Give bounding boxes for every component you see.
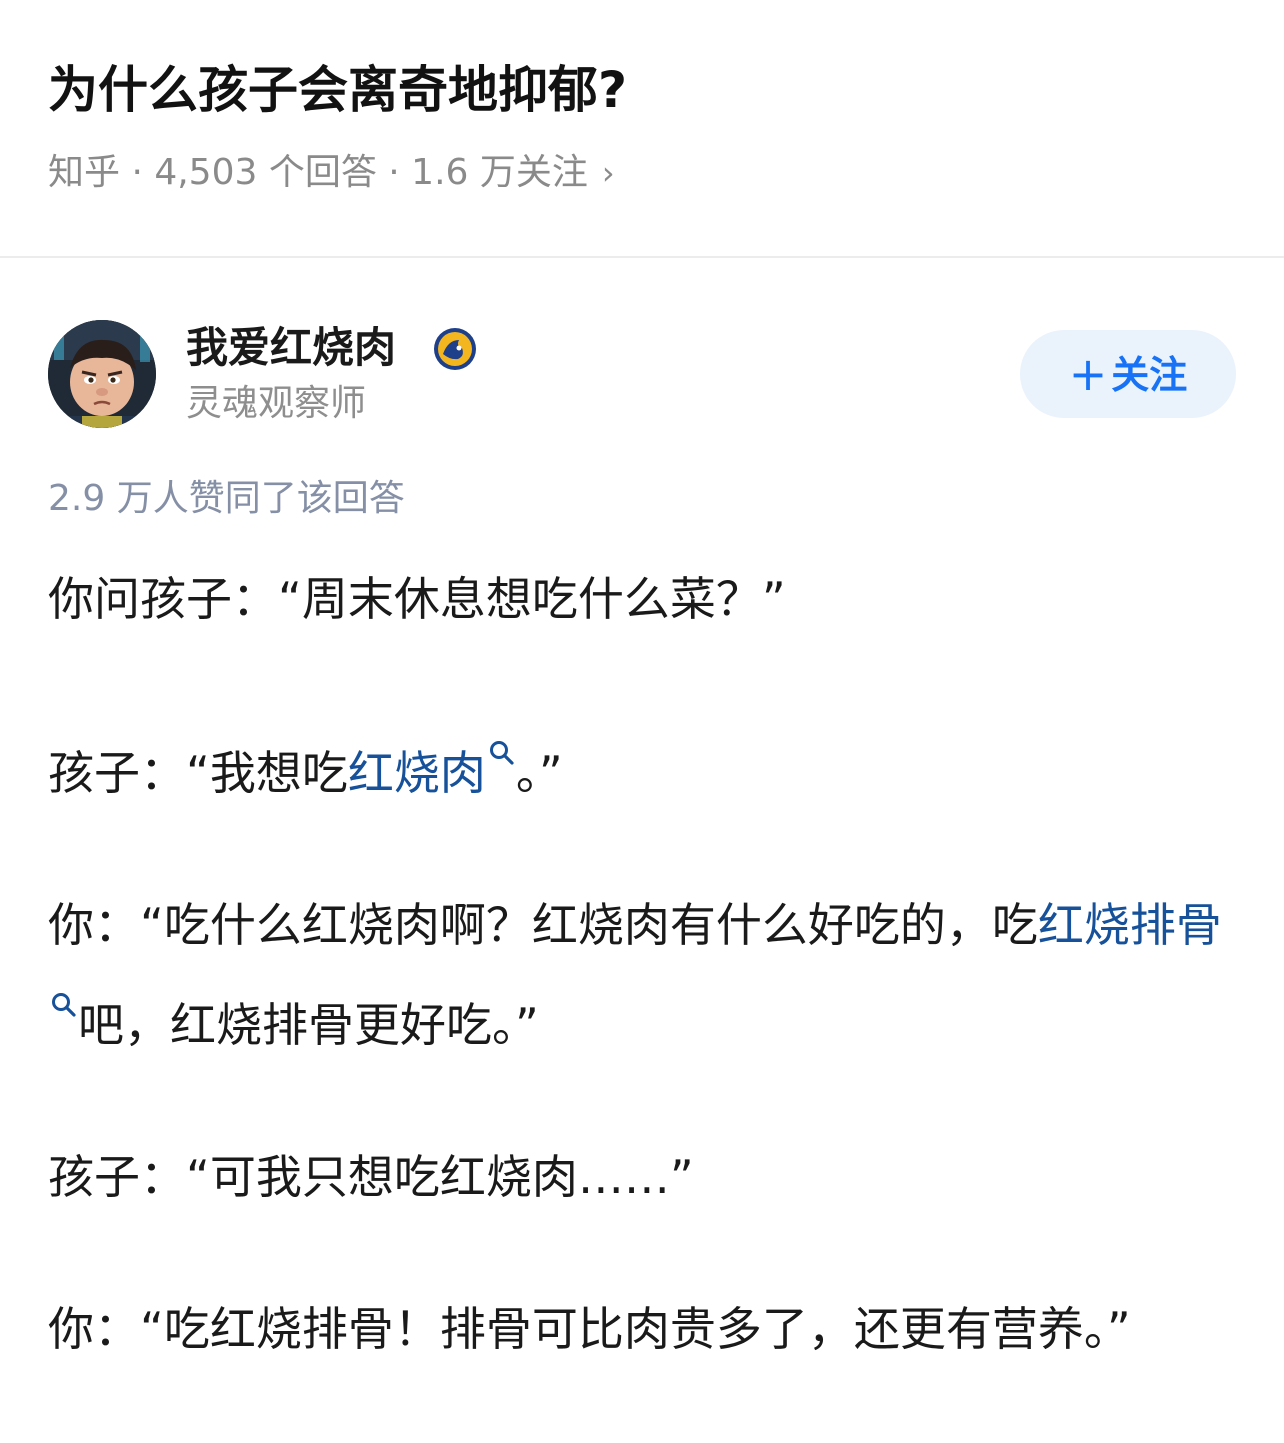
answer-content: 你问孩子：“周末休息想吃什么菜？” 孩子：“我想吃红烧肉。” 你：“吃什么红烧肉…	[48, 560, 1238, 1442]
question-meta[interactable]: 知乎 · 4,503 个回答 · 1.6 万关注 ›	[48, 146, 615, 200]
author-row: 我爱红烧肉 灵魂观察师 + 关注	[0, 300, 1284, 450]
paragraph-text: 你：“吃什么红烧肉啊？红烧肉有什么好吃的，吃	[48, 898, 1038, 952]
paragraph-text: 你：“吃红烧排骨！排骨可比肉贵多了，还更有营养。”	[48, 1302, 1131, 1356]
search-link-hongshaorou[interactable]: 红烧肉	[348, 746, 486, 800]
avatar[interactable]	[48, 320, 156, 428]
plus-icon: +	[1068, 347, 1108, 401]
paragraph-text: 吧，红烧排骨更好吃。”	[78, 998, 539, 1052]
author-name[interactable]: 我爱红烧肉	[186, 318, 396, 378]
answer-paragraph: 你：“吃什么红烧肉啊？红烧肉有什么好吃的，吃红烧排骨吧，红烧排骨更好吃。”	[48, 886, 1238, 1064]
author-bio: 灵魂观察师	[186, 383, 367, 424]
paragraph-text: 孩子：“我想吃	[48, 746, 348, 800]
divider	[0, 256, 1284, 258]
answer-paragraph: 孩子：“我想吃红烧肉。”	[48, 712, 1238, 812]
answer-paragraph: 你问孩子：“周末休息想吃什么菜？”	[48, 560, 1238, 638]
search-icon[interactable]	[50, 964, 78, 1017]
search-icon[interactable]	[488, 712, 516, 765]
chevron-right-icon: ›	[601, 154, 615, 192]
answer-paragraph: 你：“吃红烧排骨！排骨可比肉贵多了，还更有营养。”	[48, 1290, 1238, 1368]
question-header: 为什么孩子会离奇地抑郁? 知乎 · 4,503 个回答 · 1.6 万关注 ›	[0, 0, 1284, 256]
follow-label: 关注	[1111, 353, 1188, 397]
paragraph-text: 你问孩子：“周末休息想吃什么菜？”	[48, 572, 786, 626]
paragraph-text: 孩子：“可我只想吃红烧肉……”	[48, 1150, 694, 1204]
author-badge-icon	[432, 326, 478, 372]
question-title[interactable]: 为什么孩子会离奇地抑郁?	[48, 52, 627, 128]
answer-paragraph: 孩子：“可我只想吃红烧肉……”	[48, 1138, 1238, 1216]
upvote-count: 2.9 万人赞同了该回答	[48, 478, 405, 519]
search-link-hongshaopaigu[interactable]: 红烧排骨	[1038, 898, 1222, 952]
paragraph-text: 。”	[515, 746, 563, 800]
follow-button[interactable]: + 关注	[1020, 330, 1236, 418]
question-meta-text: 知乎 · 4,503 个回答 · 1.6 万关注	[48, 152, 588, 193]
